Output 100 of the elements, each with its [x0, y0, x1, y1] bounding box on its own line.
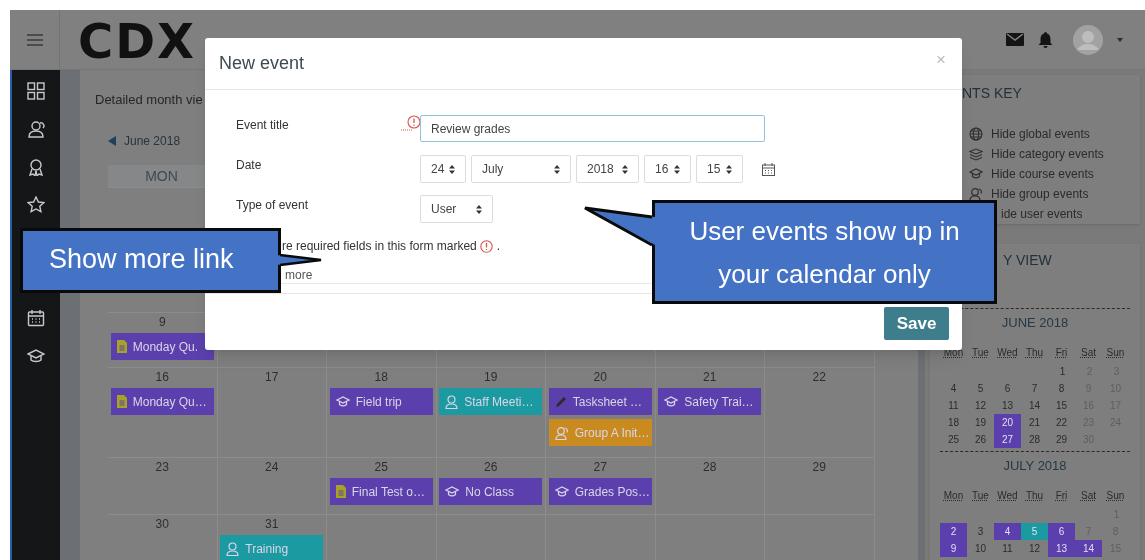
day-number[interactable]: 3 [977, 524, 984, 539]
badge-icon[interactable] [27, 158, 45, 176]
close-button[interactable]: × [936, 51, 946, 68]
required-fields-note: re required fields in this form marked [282, 238, 477, 255]
day-number[interactable]: 7 [1031, 381, 1038, 396]
field-label: Date [236, 158, 262, 172]
previous-month-link[interactable]: June 2018 [124, 132, 181, 150]
weekday-label: Sun [1106, 489, 1125, 503]
event-chip[interactable]: Grades Pos… [548, 478, 652, 505]
day-number[interactable]: 6 [1004, 381, 1011, 396]
weekday-label: Mon [943, 489, 964, 503]
day-number: 28 [703, 460, 717, 474]
select-field[interactable]: 16 [644, 155, 691, 183]
day-number[interactable]: 29 [1055, 432, 1068, 447]
group-icon [969, 187, 983, 201]
day-number: 16 [155, 370, 169, 384]
previous-icon[interactable] [108, 136, 116, 146]
highlighted-day[interactable]: 6 [1048, 523, 1075, 540]
day-number[interactable]: 19 [974, 415, 987, 430]
events-key-link[interactable]: Hide global events [991, 125, 1090, 143]
sort-icon [674, 164, 680, 174]
day-number[interactable]: 22 [1055, 415, 1068, 430]
highlighted-day[interactable]: 13 [1048, 540, 1075, 557]
calendar-icon[interactable] [27, 309, 45, 327]
event-chip[interactable]: Safety Trai… [658, 388, 762, 415]
modal-title: New event [219, 52, 305, 75]
day-number[interactable]: 11 [1002, 541, 1013, 556]
day-number[interactable]: 12 [1028, 541, 1041, 556]
day-number[interactable]: 12 [974, 398, 987, 413]
graduation-cap-icon [335, 395, 350, 408]
event-chip[interactable]: Group A Init… [548, 419, 652, 446]
day-number[interactable]: 10 [974, 541, 987, 556]
weekday-label: Fri [1055, 346, 1068, 360]
group-icon[interactable] [27, 120, 45, 138]
day-number[interactable]: 5 [977, 381, 984, 396]
mail-icon[interactable] [1006, 33, 1024, 46]
weekday-label: Wed [997, 346, 1018, 360]
event-chip[interactable]: Training [220, 535, 324, 560]
day-number[interactable]: 26 [974, 432, 987, 447]
event-chip[interactable]: Field trip [329, 388, 433, 415]
show-more-link[interactable]: more [285, 268, 313, 282]
day-number: 22 [812, 370, 826, 384]
day-number[interactable]: 8 [1058, 381, 1065, 396]
event-chip[interactable]: Monday Qu… [110, 388, 214, 415]
calendar-icon[interactable] [762, 162, 775, 176]
highlighted-day[interactable]: 4 [994, 523, 1021, 540]
highlighted-day[interactable]: 2 [940, 523, 967, 540]
graduation-cap-icon[interactable] [27, 347, 45, 365]
field-label: Event title [236, 118, 289, 132]
event-chip[interactable]: Tasksheet … [548, 388, 652, 415]
text-input[interactable]: Review grades [420, 115, 765, 142]
event-chip[interactable]: Monday Qu. [110, 333, 214, 360]
day-number[interactable]: 4 [950, 381, 957, 396]
day-number[interactable]: 1 [1059, 364, 1066, 379]
sort-icon [476, 204, 482, 214]
select-field[interactable]: User [420, 195, 493, 223]
day-number[interactable]: 25 [947, 432, 960, 447]
weekday-label: Wed [997, 489, 1018, 503]
event-chip[interactable]: Final Test o… [329, 478, 433, 505]
day-number: 18 [374, 370, 388, 384]
day-number[interactable]: 28 [1028, 432, 1041, 447]
highlighted-day[interactable]: 14 [1075, 540, 1102, 557]
required-icon [479, 239, 493, 253]
events-key-link[interactable]: Hide course events [991, 165, 1094, 183]
weekday-label: Thu [1025, 346, 1044, 360]
field-label: Type of event [236, 198, 309, 212]
document-icon [116, 395, 127, 408]
day-number[interactable]: 13 [1001, 398, 1014, 413]
select-field[interactable]: 15 [696, 155, 743, 183]
events-key-link[interactable]: ide user events [1001, 205, 1083, 223]
event-chip[interactable]: Staff Meeti… [439, 388, 543, 415]
note-period: . [496, 238, 501, 255]
pencil-icon [554, 395, 567, 408]
day-number[interactable]: 21 [1028, 415, 1041, 430]
save-button[interactable]: Save [884, 307, 949, 340]
select-field[interactable]: July [471, 155, 571, 183]
dashboard-icon[interactable] [27, 82, 45, 100]
highlighted-day[interactable]: 27 [994, 431, 1021, 448]
logo: CDX [78, 15, 197, 66]
event-chip[interactable]: No Class [439, 478, 543, 505]
group-icon [554, 425, 569, 440]
events-key-link[interactable]: Hide category events [991, 145, 1104, 163]
highlighted-day[interactable]: 5 [1021, 523, 1048, 540]
day-number[interactable]: 18 [947, 415, 960, 430]
star-icon[interactable] [27, 196, 45, 214]
highlighted-day[interactable]: 9 [940, 540, 967, 557]
day-number: 29 [812, 460, 826, 474]
events-key-link[interactable]: Hide group events [991, 185, 1089, 203]
bell-icon[interactable] [1038, 31, 1053, 48]
day-number[interactable]: 11 [948, 398, 959, 413]
select-field[interactable]: 24 [420, 155, 466, 183]
highlighted-day[interactable]: 20 [994, 414, 1021, 431]
caret-icon[interactable] [1117, 37, 1123, 42]
day-number[interactable]: 15 [1055, 398, 1068, 413]
weekday-label: Fri [1055, 489, 1068, 503]
callout-pointer [277, 254, 323, 266]
sort-icon [726, 164, 732, 174]
select-field[interactable]: 2018 [576, 155, 639, 183]
month-title: JULY 2018 [1002, 458, 1068, 474]
day-number[interactable]: 14 [1028, 398, 1041, 413]
